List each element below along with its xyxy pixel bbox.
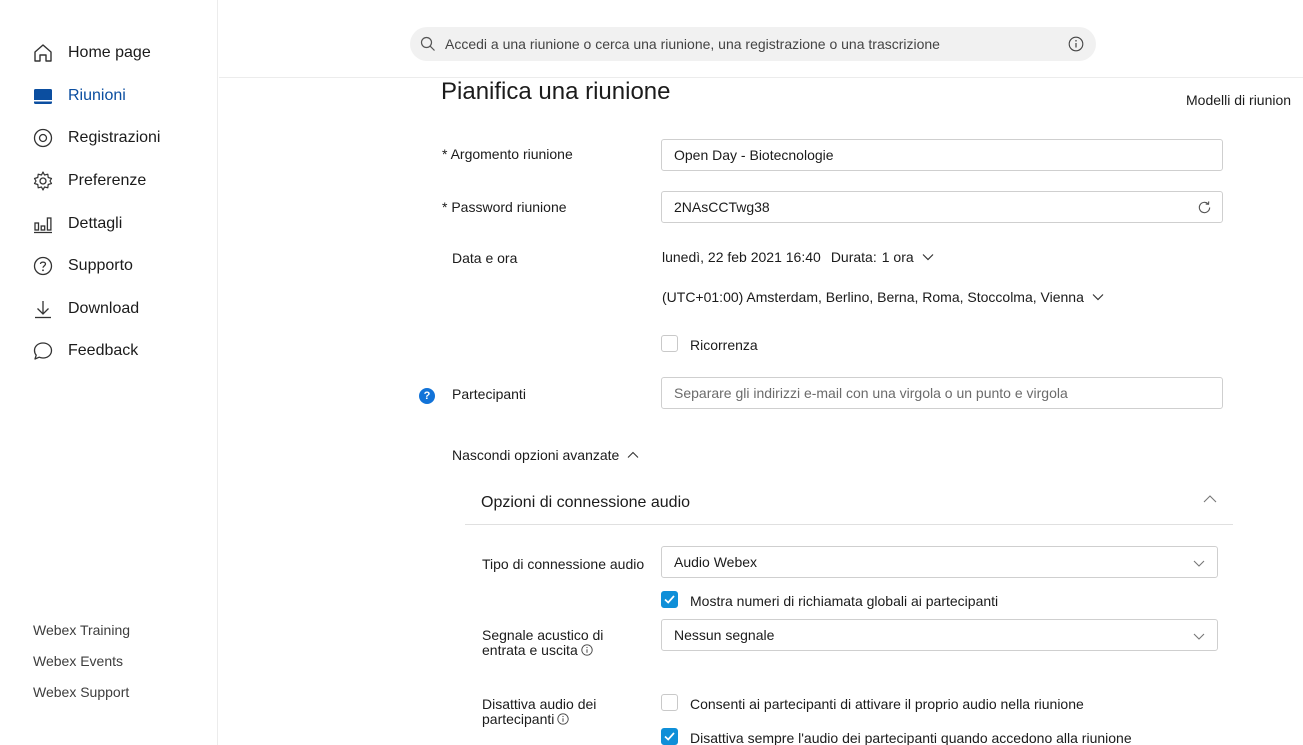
sidebar-item-feedback[interactable]: Feedback [0, 330, 218, 373]
chevron-down-icon [1193, 633, 1205, 640]
topic-input[interactable]: Open Day - Biotecnologie [661, 139, 1223, 171]
sidebar-item-download[interactable]: Download [0, 288, 218, 331]
chevron-up-icon[interactable] [1203, 492, 1217, 506]
search-icon [420, 36, 435, 51]
download-icon [32, 298, 54, 320]
audio-type-label: Tipo di connessione audio [482, 556, 645, 572]
search-placeholder: Accedi a una riunione o cerca una riunio… [445, 36, 940, 52]
audio-options-header[interactable]: Opzioni di connessione audio [465, 482, 1233, 525]
sidebar-item-preferences[interactable]: Preferenze [0, 160, 218, 203]
chevron-down-icon[interactable] [922, 251, 934, 263]
sidebar-item-label: Supporto [68, 257, 133, 275]
calendar-icon [32, 85, 54, 107]
password-label: * Password riunione [442, 199, 567, 215]
recurrence-label: Ricorrenza [690, 337, 758, 353]
topic-label: * Argomento riunione [442, 146, 573, 162]
tone-value: Nessun segnale [674, 627, 775, 643]
audio-type-select[interactable]: Audio Webex [661, 546, 1218, 578]
mute-label-line2: partecipanti [482, 712, 596, 727]
tone-label-line2: entrata e uscita [482, 643, 603, 658]
webex-training-link[interactable]: Webex Training [33, 620, 130, 651]
sidebar-item-label: Download [68, 299, 140, 317]
help-icon[interactable]: ? [419, 388, 435, 404]
gear-icon [32, 170, 54, 192]
sidebar-item-details[interactable]: Dettagli [0, 202, 218, 245]
info-icon[interactable] [1068, 36, 1084, 52]
page-title: Pianifica una riunione [441, 78, 671, 105]
refresh-icon[interactable] [1197, 200, 1212, 215]
timezone-value: (UTC+01:00) Amsterdam, Berlino, Berna, R… [662, 289, 1084, 305]
info-icon[interactable] [557, 713, 570, 725]
allow-unmute-checkbox[interactable] [661, 694, 678, 711]
sidebar-item-meetings[interactable]: Riunioni [0, 75, 218, 118]
home-icon [32, 42, 54, 64]
topic-value: Open Day - Biotecnologie [674, 147, 834, 163]
sidebar-item-label: Feedback [68, 342, 139, 360]
datetime-row: lunedì, 22 feb 2021 16:40 Durata: 1 ora [662, 248, 934, 266]
sidebar-item-label: Home page [68, 44, 151, 62]
sidebar-footer-links: Webex Training Webex Events Webex Suppor… [33, 620, 130, 713]
search-input[interactable]: Accedi a una riunione o cerca una riunio… [410, 27, 1096, 61]
info-icon[interactable] [581, 644, 593, 656]
datetime-value[interactable]: lunedì, 22 feb 2021 16:40 [662, 249, 821, 265]
audio-section-title: Opzioni di connessione audio [481, 494, 691, 511]
password-input[interactable]: 2NAsCCTwg38 [661, 191, 1223, 223]
audio-type-value: Audio Webex [674, 554, 758, 570]
sidebar-item-label: Preferenze [68, 172, 147, 190]
sidebar-item-support[interactable]: Supporto [0, 245, 218, 288]
tone-label: Segnale acustico di entrata e uscita [482, 628, 603, 658]
always-mute-checkbox[interactable] [661, 728, 678, 745]
attendees-input[interactable]: Separare gli indirizzi e-mail con una vi… [661, 377, 1223, 409]
sidebar-item-home[interactable]: Home page [0, 32, 218, 75]
tone-select[interactable]: Nessun segnale [661, 619, 1218, 651]
sidebar: Home page Riunioni Registrazioni Prefere… [0, 0, 218, 745]
chat-bubble-icon [32, 340, 54, 362]
advanced-options-toggle[interactable]: Nascondi opzioni avanzate [452, 446, 639, 464]
chevron-down-icon [1092, 294, 1104, 301]
recurrence-checkbox[interactable] [661, 335, 678, 352]
tone-label-line2-text: entrata e uscita [482, 642, 578, 658]
show-callback-checkbox[interactable] [661, 591, 678, 608]
mute-label-line2-text: partecipanti [482, 711, 555, 727]
attendees-placeholder: Separare gli indirizzi e-mail con una vi… [674, 385, 1068, 401]
meeting-templates-link[interactable]: Modelli di riunion [1186, 92, 1291, 108]
bar-chart-icon [32, 213, 54, 235]
attendees-label: Partecipanti [452, 386, 526, 402]
chevron-up-icon [627, 451, 639, 458]
advanced-toggle-label: Nascondi opzioni avanzate [452, 447, 620, 463]
always-mute-label: Disattiva sempre l'audio dei partecipant… [690, 730, 1132, 745]
top-bar: Accedi a una riunione o cerca una riunio… [219, 0, 1303, 78]
sidebar-nav: Home page Riunioni Registrazioni Prefere… [0, 32, 218, 373]
duration-value[interactable]: 1 ora [882, 249, 914, 265]
duration-label: Durata: [830, 249, 877, 265]
recording-icon [32, 127, 54, 149]
help-circle-icon [32, 255, 54, 277]
checkmark-icon [664, 595, 675, 604]
sidebar-item-label: Dettagli [68, 214, 123, 232]
webex-events-link[interactable]: Webex Events [33, 651, 130, 682]
sidebar-item-label: Riunioni [68, 86, 126, 104]
checkmark-icon [664, 732, 675, 741]
allow-unmute-label: Consenti ai partecipanti di attivare il … [690, 696, 1084, 712]
tone-label-line1: Segnale acustico di [482, 627, 604, 643]
password-value: 2NAsCCTwg38 [674, 199, 770, 215]
timezone-row[interactable]: (UTC+01:00) Amsterdam, Berlino, Berna, R… [662, 288, 1104, 306]
mute-label: Disattiva audio dei partecipanti [482, 697, 596, 727]
webex-support-link[interactable]: Webex Support [33, 682, 130, 713]
mute-label-line1: Disattiva audio dei [482, 696, 597, 712]
sidebar-item-label: Registrazioni [68, 129, 161, 147]
show-callback-label: Mostra numeri di richiamata globali ai p… [690, 593, 999, 609]
chevron-down-icon [1193, 560, 1205, 567]
sidebar-item-recordings[interactable]: Registrazioni [0, 117, 218, 160]
datetime-label: Data e ora [452, 250, 518, 266]
